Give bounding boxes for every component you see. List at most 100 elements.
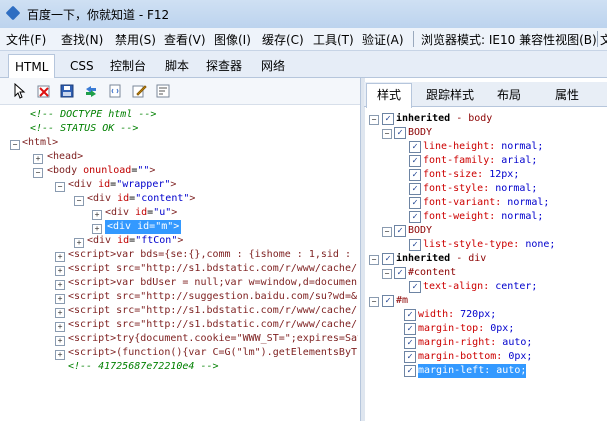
collapse-toggle-icon[interactable]: − <box>10 140 20 150</box>
checkbox-checked-icon[interactable]: ✓ <box>409 281 421 293</box>
checkbox-checked-icon[interactable]: ✓ <box>394 225 406 237</box>
tree-node-script[interactable]: <script src="http://s1.bdstatic.com/r/ww… <box>68 318 357 332</box>
menu-file[interactable]: 文件(F) <box>6 31 46 48</box>
tab-network[interactable]: 网络 <box>261 55 285 77</box>
tab-html[interactable]: HTML <box>8 54 56 79</box>
save-icon[interactable] <box>59 83 75 99</box>
tree-node-script[interactable]: <script src="http://s1.bdstatic.com/r/ww… <box>68 262 357 276</box>
clear-icon[interactable] <box>36 83 52 99</box>
menu-browser-mode[interactable]: 浏览器模式: IE10 兼容性视图(B) <box>421 31 597 48</box>
select-element-icon[interactable] <box>12 83 28 99</box>
checkbox-checked-icon[interactable]: ✓ <box>409 141 421 153</box>
tree-node-div-u[interactable]: <div id="u"> <box>105 206 177 220</box>
checkbox-checked-icon[interactable]: ✓ <box>404 365 416 377</box>
checkbox-checked-icon[interactable]: ✓ <box>404 351 416 363</box>
menu-validate[interactable]: 验证(A) <box>362 31 404 48</box>
word-wrap-icon[interactable] <box>155 83 171 99</box>
checkbox-checked-icon[interactable]: ✓ <box>409 183 421 195</box>
tab-styles[interactable]: 样式 <box>366 83 413 108</box>
tree-node-script[interactable]: <script src="http://s1.bdstatic.com/r/ww… <box>68 304 357 318</box>
collapse-toggle-icon[interactable]: − <box>74 196 84 206</box>
edit-icon[interactable] <box>131 83 147 99</box>
style-font-weight[interactable]: font-weight: normal; <box>423 210 543 224</box>
checkbox-checked-icon[interactable]: ✓ <box>409 239 421 251</box>
tab-layout[interactable]: 布局 <box>497 86 521 103</box>
checkbox-checked-icon[interactable]: ✓ <box>409 211 421 223</box>
tree-node-comment[interactable]: <!-- STATUS OK --> <box>30 122 138 136</box>
tab-profiler[interactable]: 探查器 <box>206 55 242 77</box>
dom-icon[interactable] <box>107 83 123 99</box>
menu-disable[interactable]: 禁用(S) <box>115 31 156 48</box>
expand-toggle-icon[interactable]: + <box>55 336 65 346</box>
tab-attributes[interactable]: 属性 <box>555 86 579 103</box>
style-font-variant[interactable]: font-variant: normal; <box>423 196 549 210</box>
tree-node-script[interactable]: <script>var bdUser = null;var w=window,d… <box>68 276 357 290</box>
style-margin-right[interactable]: margin-right: auto; <box>418 336 532 350</box>
style-line-height[interactable]: line-height: normal; <box>423 140 543 154</box>
collapse-toggle-icon[interactable]: − <box>369 255 379 265</box>
tree-node-body[interactable]: <body onunload=""> <box>47 164 155 178</box>
checkbox-checked-icon[interactable]: ✓ <box>382 113 394 125</box>
tree-node-div-m-selected[interactable]: <div id="m"> <box>105 220 182 234</box>
collapse-toggle-icon[interactable]: − <box>369 297 379 307</box>
expand-toggle-icon[interactable]: + <box>33 154 43 164</box>
menu-images[interactable]: 图像(I) <box>214 31 251 48</box>
checkbox-checked-icon[interactable]: ✓ <box>404 337 416 349</box>
collapse-toggle-icon[interactable]: − <box>382 269 392 279</box>
tree-node-head[interactable]: <head> <box>47 150 83 164</box>
collapse-toggle-icon[interactable]: − <box>382 227 392 237</box>
expand-toggle-icon[interactable]: + <box>55 294 65 304</box>
style-font-size[interactable]: font-size: 12px; <box>423 168 519 182</box>
expand-toggle-icon[interactable]: + <box>55 322 65 332</box>
menu-view[interactable]: 查看(V) <box>164 31 206 48</box>
style-list-style-type[interactable]: list-style-type: none; <box>423 238 555 252</box>
expand-toggle-icon[interactable]: + <box>55 252 65 262</box>
expand-toggle-icon[interactable]: + <box>55 266 65 276</box>
collapse-toggle-icon[interactable]: − <box>55 182 65 192</box>
style-margin-bottom[interactable]: margin-bottom: 0px; <box>418 350 532 364</box>
style-margin-left-selected[interactable]: margin-left: auto; <box>418 364 526 378</box>
tab-script[interactable]: 脚本 <box>165 55 189 77</box>
tree-node-div-wrapper[interactable]: <div id="wrapper"> <box>68 178 176 192</box>
expand-toggle-icon[interactable]: + <box>92 210 102 220</box>
expand-toggle-icon[interactable]: + <box>55 280 65 290</box>
expand-toggle-icon[interactable]: + <box>55 350 65 360</box>
checkbox-checked-icon[interactable]: ✓ <box>404 323 416 335</box>
refresh-icon[interactable] <box>83 83 99 99</box>
tree-node-script[interactable]: <script>(function(){var C=G("lm").getEle… <box>68 346 357 360</box>
style-font-style[interactable]: font-style: normal; <box>423 182 537 196</box>
checkbox-checked-icon[interactable]: ✓ <box>394 127 406 139</box>
checkbox-checked-icon[interactable]: ✓ <box>382 253 394 265</box>
menu-cache[interactable]: 缓存(C) <box>262 31 304 48</box>
tree-node-script[interactable]: <script>var bds={se:{},comm : {ishome : … <box>68 248 351 262</box>
collapse-toggle-icon[interactable]: − <box>369 115 379 125</box>
tree-node-div-ftcon[interactable]: <div id="ftCon"> <box>87 234 183 248</box>
checkbox-checked-icon[interactable]: ✓ <box>409 169 421 181</box>
tab-trace-styles[interactable]: 跟踪样式 <box>426 86 474 103</box>
tree-node-comment[interactable]: <!-- DOCTYPE html --> <box>30 108 156 122</box>
tree-node-comment[interactable]: <!-- 41725687e72210e4 --> <box>68 360 219 374</box>
tab-console[interactable]: 控制台 <box>110 55 146 77</box>
menu-find[interactable]: 查找(N) <box>61 31 103 48</box>
tree-node-script[interactable]: <script src="http://suggestion.baidu.com… <box>68 290 357 304</box>
style-width[interactable]: width: 720px; <box>418 308 496 322</box>
menu-tools[interactable]: 工具(T) <box>313 31 354 48</box>
expand-toggle-icon[interactable]: + <box>55 308 65 318</box>
tree-node-script[interactable]: <script>try{document.cookie="WWW_ST=";ex… <box>68 332 358 346</box>
checkbox-checked-icon[interactable]: ✓ <box>394 267 406 279</box>
checkbox-checked-icon[interactable]: ✓ <box>382 295 394 307</box>
checkbox-checked-icon[interactable]: ✓ <box>409 197 421 209</box>
expand-toggle-icon[interactable]: + <box>92 224 102 234</box>
checkbox-checked-icon[interactable]: ✓ <box>409 155 421 167</box>
checkbox-checked-icon[interactable]: ✓ <box>404 309 416 321</box>
tab-css[interactable]: CSS <box>70 55 94 77</box>
collapse-toggle-icon[interactable]: − <box>382 129 392 139</box>
menu-document-mode[interactable]: 文 <box>600 31 607 48</box>
tree-node-html[interactable]: <html> <box>22 136 58 150</box>
collapse-toggle-icon[interactable]: − <box>33 168 43 178</box>
style-margin-top[interactable]: margin-top: 0px; <box>418 322 514 336</box>
tree-node-div-content[interactable]: <div id="content"> <box>87 192 195 206</box>
style-text-align[interactable]: text-align: center; <box>423 280 537 294</box>
expand-toggle-icon[interactable]: + <box>74 238 84 248</box>
style-font-family[interactable]: font-family: arial; <box>423 154 537 168</box>
